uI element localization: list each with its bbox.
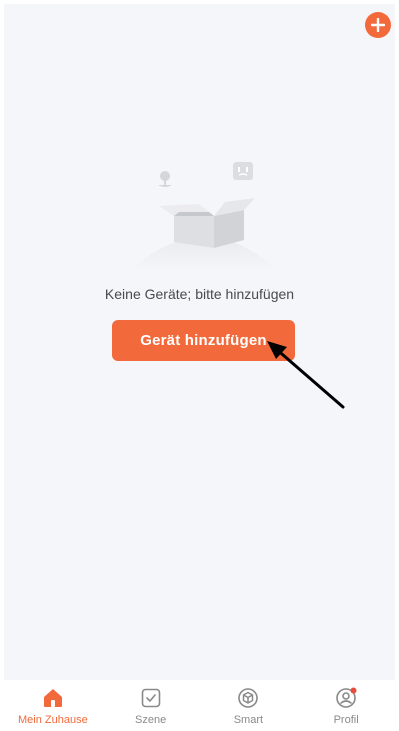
plus-icon xyxy=(371,18,385,32)
tab-label: Smart xyxy=(233,714,264,726)
tab-szene[interactable]: Szene xyxy=(102,680,200,726)
smart-cube-icon xyxy=(238,688,259,708)
home-icon xyxy=(43,689,62,707)
tab-mein-zuhause[interactable]: Mein Zuhause xyxy=(4,680,102,726)
tab-label: Profil xyxy=(333,714,359,726)
app-screen: Keine Geräte; bitte hinzufügen Gerät hin… xyxy=(4,4,395,731)
tab-label: Mein Zuhause xyxy=(18,714,88,726)
tab-smart[interactable]: Smart xyxy=(200,680,298,726)
empty-box-icon xyxy=(129,162,279,272)
profile-icon xyxy=(336,687,357,708)
scene-check-icon xyxy=(141,688,160,708)
tab-label: Szene xyxy=(135,714,167,726)
tab-profil[interactable]: Profil xyxy=(297,680,395,726)
notification-badge xyxy=(350,687,357,694)
add-device-button[interactable]: Gerät hinzufügen xyxy=(112,320,295,361)
add-button[interactable] xyxy=(365,12,391,38)
empty-state-message: Keine Geräte; bitte hinzufügen xyxy=(104,286,295,302)
bottom-tab-bar: Mein Zuhause Szene Smart Profil xyxy=(4,680,395,731)
